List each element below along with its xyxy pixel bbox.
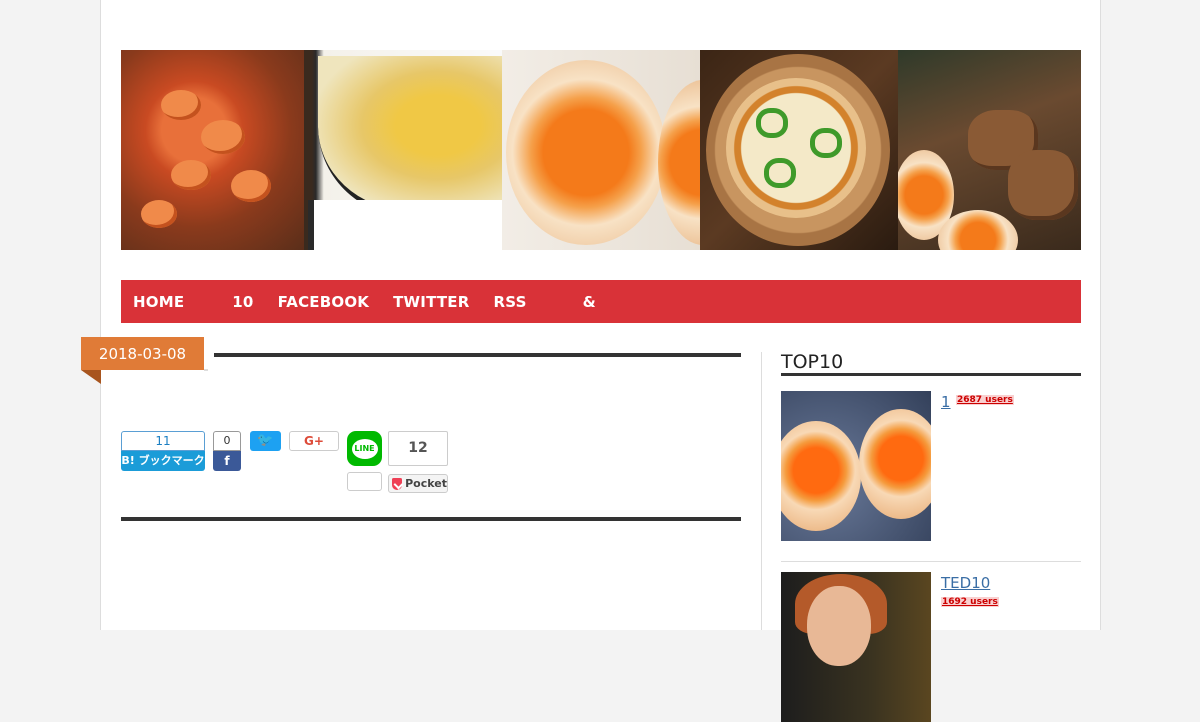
- sidebar-title-rule: [781, 373, 1081, 376]
- facebook-share-button[interactable]: 0 f: [213, 431, 241, 471]
- date-badge-fold: [81, 370, 101, 384]
- sidebar-title: TOP10: [781, 351, 844, 373]
- hatena-bookmark-button[interactable]: 11 B! ブックマーク: [121, 431, 205, 471]
- facebook-icon: f: [213, 451, 241, 471]
- hatena-label: B! ブックマーク: [121, 451, 205, 471]
- ranking-link[interactable]: 1: [941, 393, 951, 411]
- facebook-count: 0: [213, 431, 241, 451]
- twitter-icon: 🐦: [257, 433, 274, 448]
- ranking-link[interactable]: TED10: [941, 574, 990, 592]
- pocket-icon: [392, 477, 403, 490]
- ranking-thumbnail[interactable]: [781, 391, 931, 541]
- hatena-users-badge[interactable]: 1692 users: [941, 597, 999, 607]
- line-share-button[interactable]: LINE: [347, 431, 382, 466]
- nav-item-top10[interactable]: 10: [232, 293, 253, 311]
- google-plus-button[interactable]: G+: [289, 431, 339, 451]
- post-divider: [121, 517, 741, 521]
- header-banner[interactable]: [121, 50, 1081, 250]
- nav-item-facebook[interactable]: FACEBOOK: [278, 293, 370, 311]
- page-container: HOME 10 FACEBOOK TWITTER RSS & 2018-03-0…: [81, 0, 1101, 722]
- hatena-count: 11: [121, 431, 205, 451]
- nav-item-twitter[interactable]: TWITTER: [393, 293, 469, 311]
- banner-image-shrimp-pasta: [121, 50, 304, 250]
- banner-image-ramen-chashu: [898, 50, 1081, 250]
- post-date-badge: 2018-03-08: [81, 337, 204, 370]
- pocket-count: 12: [388, 431, 448, 466]
- ranking-item: 1 2687 users: [781, 391, 1081, 541]
- nav-item-home[interactable]: HOME: [133, 293, 184, 311]
- ranking-separator: [781, 561, 1081, 562]
- banner-image-soft-boiled-eggs: [502, 50, 700, 250]
- banner-image-pizza-toast: [700, 50, 898, 250]
- pocket-label: Pocket: [405, 477, 447, 490]
- main-nav: HOME 10 FACEBOOK TWITTER RSS &: [121, 280, 1081, 323]
- nav-item-rss[interactable]: RSS: [494, 293, 527, 311]
- ranking-item: TED10 1692 users: [781, 572, 1081, 722]
- line-icon: LINE: [351, 438, 378, 459]
- ranking-thumbnail[interactable]: [781, 572, 931, 722]
- date-badge-shadow: [204, 369, 208, 371]
- hatena-users-badge[interactable]: 2687 users: [956, 395, 1014, 405]
- pocket-save-button[interactable]: Pocket: [388, 474, 448, 493]
- line-count-box: [347, 472, 382, 491]
- sidebar-divider: [761, 352, 762, 630]
- post-title-rule: [214, 353, 741, 357]
- twitter-share-button[interactable]: 🐦: [250, 431, 281, 451]
- banner-image-corn-soup: [304, 50, 502, 250]
- nav-item-contact[interactable]: &: [583, 293, 596, 311]
